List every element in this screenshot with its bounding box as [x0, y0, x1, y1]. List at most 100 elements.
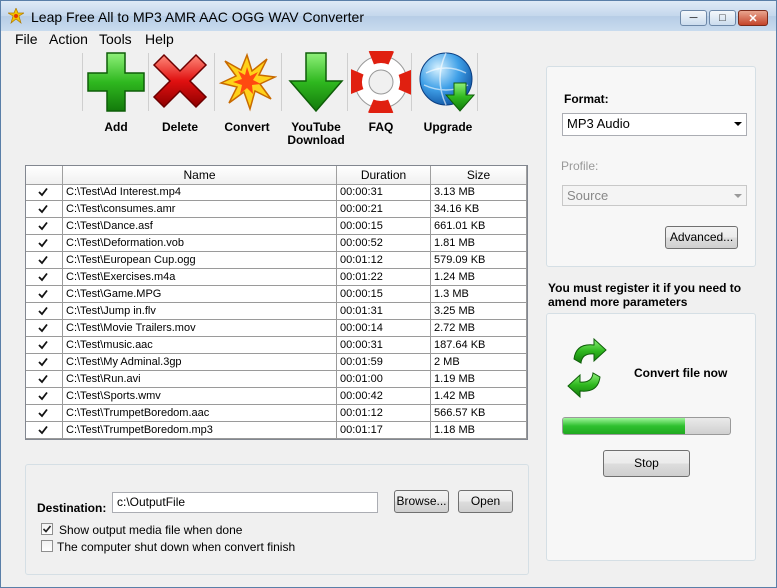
table-row[interactable]: C:\Test\Sports.wmv 00:00:42 1.42 MB — [26, 388, 527, 405]
youtube-download-button[interactable]: YouTube Download — [283, 51, 349, 151]
download-arrow-icon — [288, 52, 344, 113]
upgrade-button[interactable]: Upgrade — [415, 51, 481, 151]
shutdown-checkbox[interactable] — [41, 540, 53, 552]
row-size-cell: 1.3 MB — [431, 286, 527, 302]
row-checkbox[interactable] — [37, 271, 49, 283]
show-output-label: Show output media file when done — [59, 523, 243, 537]
row-checkbox[interactable] — [37, 407, 49, 419]
table-row[interactable]: C:\Test\Run.avi 00:01:00 1.19 MB — [26, 371, 527, 388]
table-row[interactable]: C:\Test\Jump in.flv 00:01:31 3.25 MB — [26, 303, 527, 320]
row-checkbox[interactable] — [37, 186, 49, 198]
row-checkbox[interactable] — [37, 356, 49, 368]
add-button[interactable]: Add — [83, 51, 149, 151]
header-name[interactable]: Name — [63, 166, 337, 184]
row-check-cell — [26, 405, 63, 421]
menu-bar: File Action Tools Help — [1, 31, 776, 49]
maximize-button[interactable]: □ — [709, 10, 736, 26]
row-size-cell: 1.19 MB — [431, 371, 527, 387]
delete-x-icon — [152, 53, 208, 109]
faq-button[interactable]: FAQ — [348, 51, 414, 151]
file-list-header: Name Duration Size — [26, 166, 527, 185]
file-list[interactable]: Name Duration Size C:\Test\Ad Interest.m… — [25, 165, 528, 440]
table-row[interactable]: C:\Test\Ad Interest.mp4 00:00:31 3.13 MB — [26, 184, 527, 201]
table-row[interactable]: C:\Test\music.aac 00:00:31 187.64 KB — [26, 337, 527, 354]
delete-button[interactable]: Delete — [147, 51, 213, 151]
row-check-cell — [26, 337, 63, 353]
profile-select[interactable]: Source — [562, 185, 747, 206]
checkmark-icon — [38, 425, 48, 435]
header-duration[interactable]: Duration — [337, 166, 431, 184]
checkmark-icon — [38, 272, 48, 282]
format-value: MP3 Audio — [567, 116, 630, 131]
row-checkbox[interactable] — [37, 322, 49, 334]
minimize-button[interactable]: ─ — [680, 10, 707, 26]
destination-input[interactable]: c:\OutputFile — [112, 492, 378, 513]
convert-burst-icon — [218, 52, 277, 112]
row-duration-cell: 00:00:14 — [337, 320, 431, 336]
header-size[interactable]: Size — [431, 166, 527, 184]
row-checkbox[interactable] — [37, 339, 49, 351]
row-duration-cell: 00:01:59 — [337, 354, 431, 370]
row-check-cell — [26, 252, 63, 268]
row-checkbox[interactable] — [37, 390, 49, 402]
menu-tools[interactable]: Tools — [99, 31, 132, 47]
minimize-icon: ─ — [689, 12, 698, 24]
globe-upgrade-icon — [419, 52, 476, 112]
row-checkbox[interactable] — [37, 305, 49, 317]
row-checkbox[interactable] — [37, 220, 49, 232]
row-checkbox[interactable] — [37, 237, 49, 249]
row-check-cell — [26, 218, 63, 234]
shutdown-label: The computer shut down when convert fini… — [57, 540, 296, 554]
row-name-cell: C:\Test\European Cup.ogg — [63, 252, 337, 268]
show-output-checkbox[interactable] — [41, 523, 53, 535]
row-size-cell: 34.16 KB — [431, 201, 527, 217]
toolbar-separator — [281, 53, 282, 111]
checkmark-icon — [38, 306, 48, 316]
row-duration-cell: 00:00:15 — [337, 286, 431, 302]
checkmark-icon — [38, 238, 48, 248]
row-check-cell — [26, 371, 63, 387]
format-select[interactable]: MP3 Audio — [562, 113, 747, 136]
row-checkbox[interactable] — [37, 373, 49, 385]
header-check[interactable] — [26, 166, 63, 184]
open-button[interactable]: Open — [458, 490, 513, 513]
row-checkbox[interactable] — [37, 203, 49, 215]
format-label: Format: — [564, 92, 609, 106]
table-row[interactable]: C:\Test\consumes.amr 00:00:21 34.16 KB — [26, 201, 527, 218]
row-checkbox[interactable] — [37, 424, 49, 436]
menu-help[interactable]: Help — [145, 31, 174, 47]
destination-label: Destination: — [37, 501, 107, 515]
progress-fill — [563, 418, 685, 434]
menu-file[interactable]: File — [15, 31, 38, 47]
advanced-button[interactable]: Advanced... — [665, 226, 738, 249]
close-button[interactable]: ✕ — [738, 10, 768, 26]
table-row[interactable]: C:\Test\TrumpetBoredom.mp3 00:01:17 1.18 M… — [26, 422, 527, 439]
checkmark-icon — [38, 391, 48, 401]
row-check-cell — [26, 422, 63, 438]
table-row[interactable]: C:\Test\TrumpetBoredom.aac 00:01:12 566.57… — [26, 405, 527, 422]
table-row[interactable]: C:\Test\Game.MPG 00:00:15 1.3 MB — [26, 286, 527, 303]
lifebuoy-icon — [351, 51, 411, 113]
row-duration-cell: 00:01:31 — [337, 303, 431, 319]
row-name-cell: C:\Test\music.aac — [63, 337, 337, 353]
stop-button[interactable]: Stop — [603, 450, 690, 477]
row-size-cell: 3.25 MB — [431, 303, 527, 319]
checkmark-icon — [38, 374, 48, 384]
row-size-cell: 1.24 MB — [431, 269, 527, 285]
row-duration-cell: 00:00:42 — [337, 388, 431, 404]
table-row[interactable]: C:\Test\Movie Trailers.mov 00:00:14 2.72 M… — [26, 320, 527, 337]
profile-label: Profile: — [561, 159, 599, 173]
checkmark-icon — [38, 204, 48, 214]
row-checkbox[interactable] — [37, 288, 49, 300]
menu-action[interactable]: Action — [49, 31, 88, 47]
table-row[interactable]: C:\Test\European Cup.ogg 00:01:12 579.09 K… — [26, 252, 527, 269]
browse-button[interactable]: Browse... — [394, 490, 449, 513]
row-size-cell: 579.09 KB — [431, 252, 527, 268]
table-row[interactable]: C:\Test\Exercises.m4a 00:01:22 1.24 MB — [26, 269, 527, 286]
convert-button[interactable]: Convert — [214, 51, 280, 151]
row-checkbox[interactable] — [37, 254, 49, 266]
table-row[interactable]: C:\Test\My Adminal.3gp 00:01:59 2 MB — [26, 354, 527, 371]
table-row[interactable]: C:\Test\Dance.asf 00:00:15 661.01 KB — [26, 218, 527, 235]
table-row[interactable]: C:\Test\Deformation.vob 00:00:52 1.81 MB — [26, 235, 527, 252]
row-duration-cell: 00:00:15 — [337, 218, 431, 234]
